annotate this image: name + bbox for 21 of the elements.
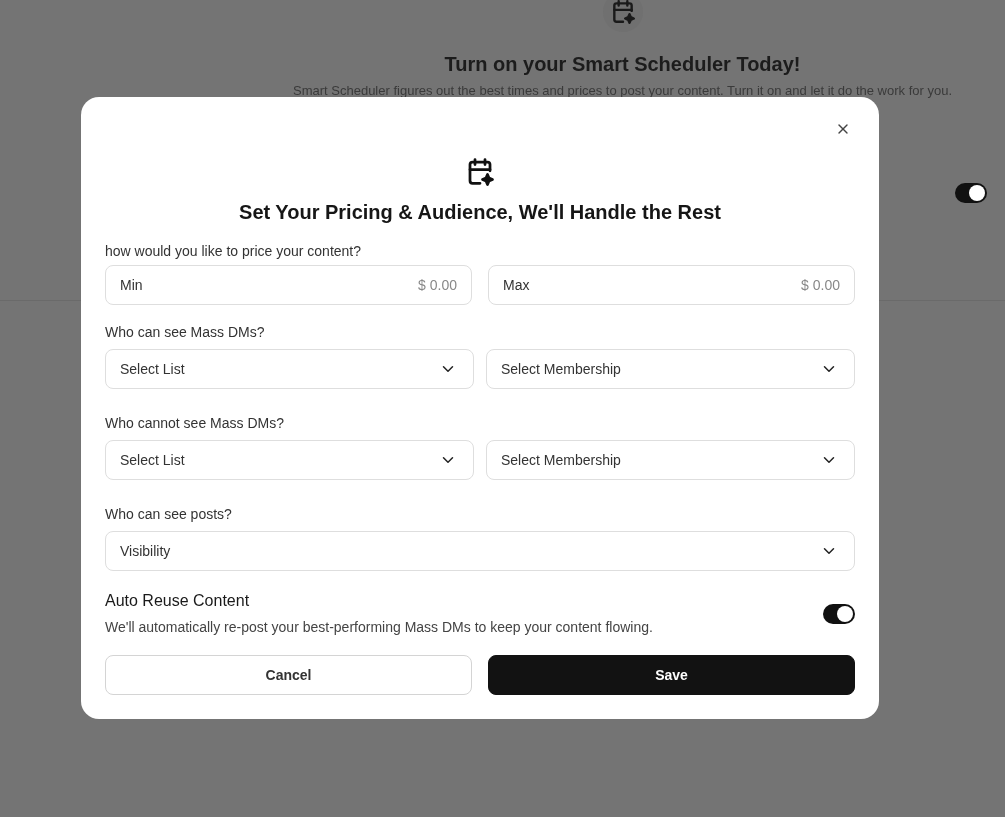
select-dropdown[interactable]: Select Membership (486, 440, 855, 480)
save-button[interactable]: Save (488, 655, 855, 695)
toggle-switch[interactable] (955, 183, 987, 203)
cancel-button[interactable]: Cancel (105, 655, 472, 695)
price-field[interactable]: Max $ 0.00 (488, 265, 855, 305)
field-label: Who cannot see Mass DMs? (105, 414, 285, 433)
dialog-title: Set Your Pricing & Audience, We'll Handle the Rest (238, 200, 722, 225)
select-dropdown[interactable]: Select List (105, 440, 474, 480)
field-label: Who can see posts? (105, 505, 233, 524)
select-dropdown[interactable]: Select List (105, 349, 474, 389)
setting-title: Auto Reuse Content (105, 591, 251, 611)
select-dropdown[interactable]: Visibility (105, 531, 855, 571)
select-dropdown[interactable]: Select Membership (486, 349, 855, 389)
page-title: Turn on your Smart Scheduler Today! (444, 52, 801, 77)
price-field[interactable]: Min $ 0.00 (105, 265, 472, 305)
field-label: Who can see Mass DMs? (105, 323, 266, 342)
toggle-switch[interactable] (823, 603, 855, 624)
setting-description: We'll automatically re-post your best-performing Mass DMs to keep your content flowing. (105, 618, 653, 637)
field-label: how would you like to price your content? (105, 242, 363, 261)
price-input[interactable]: $ 0.00 (529, 274, 840, 296)
price-input[interactable]: $ 0.00 (142, 274, 457, 296)
